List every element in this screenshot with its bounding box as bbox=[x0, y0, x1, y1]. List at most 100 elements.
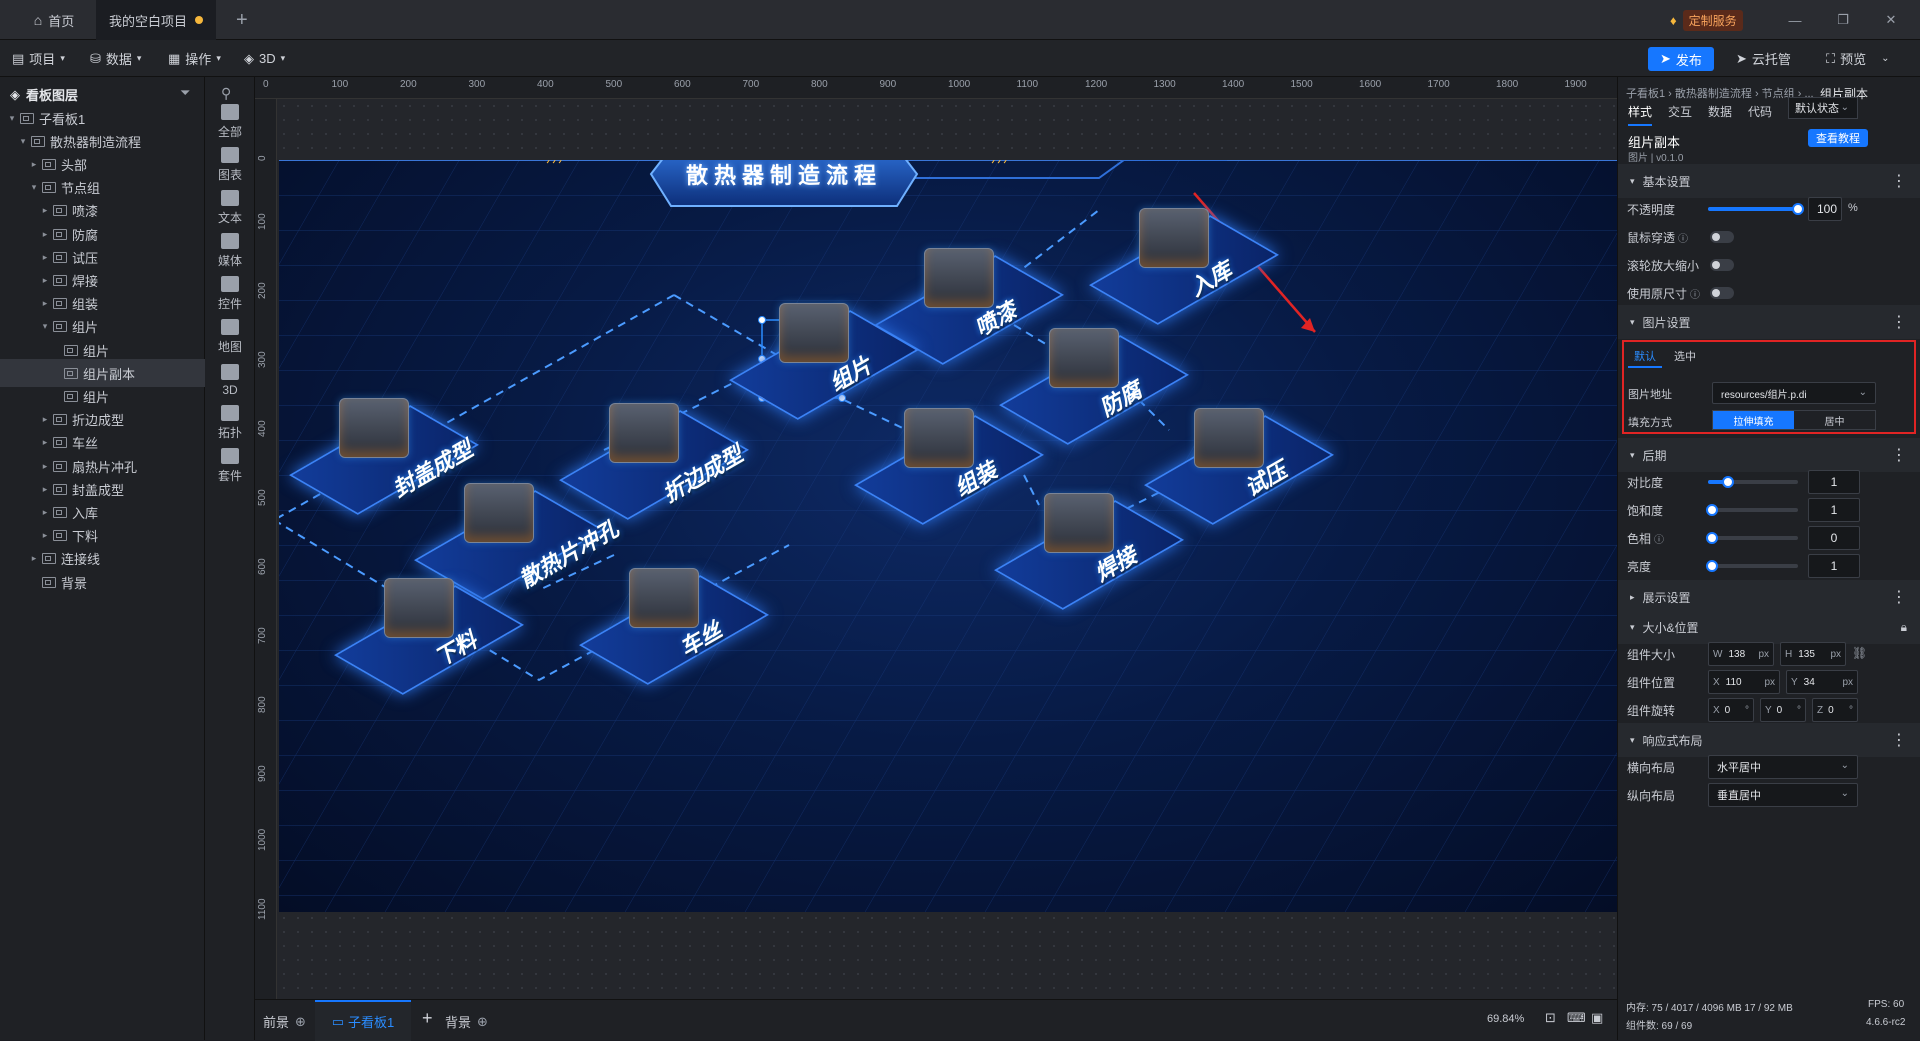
orig-size-toggle[interactable] bbox=[1710, 287, 1734, 299]
machine-image[interactable] bbox=[1139, 208, 1209, 268]
filter-icon[interactable]: ⏷ bbox=[180, 85, 190, 101]
layer-item[interactable]: 背景 bbox=[0, 568, 205, 596]
machine-image[interactable] bbox=[924, 248, 994, 308]
help-icon[interactable]: ⓘ bbox=[1690, 286, 1700, 301]
menu-3d[interactable]: ◈ 3D ▾ bbox=[244, 40, 285, 77]
mouse-through-toggle[interactable] bbox=[1710, 231, 1734, 243]
hue-input[interactable]: 0 bbox=[1808, 526, 1860, 550]
width-input[interactable]: W 138 px bbox=[1708, 642, 1774, 666]
caret-icon[interactable]: ▸ bbox=[39, 507, 51, 518]
saturation-slider[interactable] bbox=[1706, 504, 1798, 516]
foreground-tab[interactable]: 前景 ⊕ bbox=[263, 1012, 306, 1031]
caret-icon[interactable]: ▸ bbox=[28, 159, 40, 170]
fit-screen-icon[interactable]: ⊡ bbox=[1545, 1010, 1556, 1026]
section-display[interactable]: ▸ 展示设置 ⋮ bbox=[1618, 580, 1920, 614]
machine-image[interactable] bbox=[339, 398, 409, 458]
terminal-icon[interactable]: ▣ bbox=[1591, 1010, 1603, 1026]
machine-image[interactable] bbox=[1044, 493, 1114, 553]
wheel-zoom-toggle[interactable] bbox=[1710, 259, 1734, 271]
caret-icon[interactable]: ▾ bbox=[6, 113, 18, 124]
service-button[interactable]: ♦ 定制服务 bbox=[1670, 0, 1743, 40]
brightness-input[interactable]: 1 bbox=[1808, 554, 1860, 578]
caret-icon[interactable]: ▸ bbox=[39, 275, 51, 286]
tab-selected[interactable]: 选中 bbox=[1670, 346, 1700, 368]
brightness-slider[interactable] bbox=[1706, 560, 1798, 572]
contrast-slider[interactable] bbox=[1708, 476, 1798, 488]
hlayout-select[interactable]: 水平居中 ⌄ bbox=[1708, 755, 1858, 779]
tab-default[interactable]: 默认 bbox=[1628, 346, 1662, 368]
caret-icon[interactable]: ▸ bbox=[28, 553, 40, 564]
rot-y-input[interactable]: Y 0 ° bbox=[1760, 698, 1806, 722]
help-icon[interactable]: ⓘ bbox=[1654, 531, 1664, 546]
caret-icon[interactable]: ▾ bbox=[39, 321, 51, 332]
rail-item[interactable]: 套件 bbox=[205, 441, 255, 491]
tab-style[interactable]: 样式 bbox=[1628, 103, 1653, 126]
tab-interaction[interactable]: 交互 bbox=[1668, 103, 1692, 126]
rot-z-input[interactable]: Z 0 ° bbox=[1812, 698, 1858, 722]
caret-icon[interactable]: ▸ bbox=[39, 414, 51, 425]
dashboard-stage[interactable]: ﾉﾉﾉ ﾉﾉﾉ bbox=[279, 160, 1617, 912]
restore-button[interactable]: ❐ bbox=[1828, 0, 1858, 40]
menu-data[interactable]: ⛁ 数据 ▾ bbox=[90, 40, 141, 77]
more-icon[interactable]: ⋮ bbox=[1891, 312, 1907, 332]
tutorial-button[interactable]: 查看教程 bbox=[1808, 129, 1868, 147]
tab-board[interactable]: ▭ 子看板1 bbox=[315, 1000, 411, 1041]
machine-image[interactable] bbox=[1194, 408, 1264, 468]
caret-icon[interactable]: ▸ bbox=[39, 205, 51, 216]
section-image[interactable]: ▾ 图片设置 ⋮ bbox=[1618, 305, 1920, 339]
more-icon[interactable]: ⋮ bbox=[1891, 587, 1907, 607]
preview-button[interactable]: ⛶ 预览 ⌄ bbox=[1826, 40, 1890, 77]
machine-image[interactable] bbox=[384, 578, 454, 638]
caret-icon[interactable]: ▸ bbox=[39, 437, 51, 448]
add-circle-icon[interactable]: ⊕ bbox=[295, 1014, 306, 1030]
help-icon[interactable]: ⓘ bbox=[1678, 230, 1688, 245]
background-tab[interactable]: 背景 ⊕ bbox=[445, 1012, 488, 1031]
close-button[interactable]: ✕ bbox=[1876, 0, 1906, 40]
machine-image[interactable] bbox=[1049, 328, 1119, 388]
lock-icon[interactable]: 🔒︎ bbox=[1901, 620, 1907, 635]
caret-icon[interactable]: ▸ bbox=[39, 461, 51, 472]
machine-image[interactable] bbox=[609, 403, 679, 463]
publish-button[interactable]: ➤ 发布 bbox=[1648, 47, 1714, 71]
machine-image[interactable] bbox=[629, 568, 699, 628]
x-input[interactable]: X 110 px bbox=[1708, 670, 1780, 694]
more-icon[interactable]: ⋮ bbox=[1891, 730, 1907, 750]
fill-center-option[interactable]: 居中 bbox=[1794, 411, 1875, 429]
cloud-button[interactable]: ➤ 云托管 bbox=[1736, 40, 1791, 77]
caret-icon[interactable]: ▾ bbox=[17, 136, 29, 147]
more-icon[interactable]: ⋮ bbox=[1891, 445, 1907, 465]
vlayout-select[interactable]: 垂直居中 ⌄ bbox=[1708, 783, 1858, 807]
caret-icon[interactable]: ▸ bbox=[39, 298, 51, 309]
contrast-input[interactable]: 1 bbox=[1808, 470, 1860, 494]
saturation-input[interactable]: 1 bbox=[1808, 498, 1860, 522]
caret-icon[interactable]: ▸ bbox=[39, 229, 51, 240]
tab-project[interactable]: 我的空白项目 bbox=[96, 0, 216, 40]
zoom-level[interactable]: 69.84% bbox=[1487, 1013, 1524, 1025]
machine-image[interactable] bbox=[779, 303, 849, 363]
machine-image[interactable] bbox=[904, 408, 974, 468]
more-icon[interactable]: ⋮ bbox=[1891, 171, 1907, 191]
menu-operate[interactable]: ▦ 操作 ▾ bbox=[168, 40, 221, 77]
caret-icon[interactable]: ▸ bbox=[39, 484, 51, 495]
fill-stretch-option[interactable]: 拉伸填充 bbox=[1713, 411, 1794, 429]
rot-x-input[interactable]: X 0 ° bbox=[1708, 698, 1754, 722]
height-input[interactable]: H 135 px bbox=[1780, 642, 1846, 666]
opacity-input[interactable]: 100 bbox=[1808, 197, 1842, 221]
tab-home[interactable]: ⌂ 首页 bbox=[14, 0, 94, 40]
tab-data[interactable]: 数据 bbox=[1708, 103, 1732, 126]
add-board-button[interactable]: + bbox=[422, 1008, 433, 1029]
caret-icon[interactable]: ▸ bbox=[39, 252, 51, 263]
add-circle-icon[interactable]: ⊕ bbox=[477, 1014, 488, 1030]
caret-icon[interactable]: ▸ bbox=[39, 530, 51, 541]
menu-project[interactable]: ▤ 项目 ▾ bbox=[12, 40, 65, 77]
state-select[interactable]: 默认状态 ⌄ bbox=[1788, 97, 1858, 119]
minimize-button[interactable]: — bbox=[1780, 0, 1810, 40]
add-tab-button[interactable]: + bbox=[236, 0, 266, 40]
opacity-slider[interactable] bbox=[1708, 203, 1804, 215]
y-input[interactable]: Y 34 px bbox=[1786, 670, 1858, 694]
image-url-select[interactable]: resources/组片.p.di ⌄ bbox=[1712, 382, 1876, 404]
link-icon[interactable]: ⛓ bbox=[1852, 646, 1867, 660]
hue-slider[interactable] bbox=[1706, 532, 1798, 544]
keyboard-icon[interactable]: ⌨ bbox=[1567, 1010, 1586, 1026]
tab-code[interactable]: 代码 bbox=[1748, 103, 1772, 126]
